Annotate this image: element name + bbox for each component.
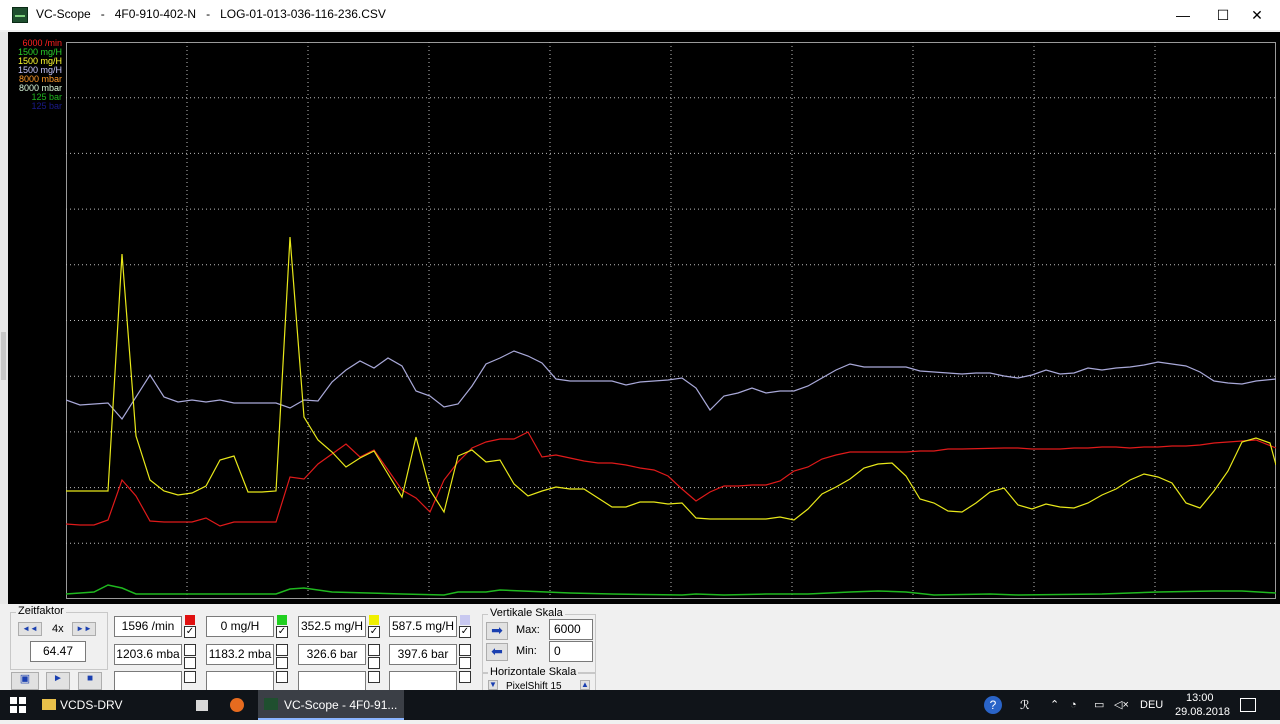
channel-value-secondary[interactable]: 326.6 bar	[298, 644, 366, 665]
left-edge	[0, 32, 8, 604]
channel-checkbox[interactable]: ✓	[276, 626, 288, 638]
pixelshift-up-button[interactable]: ▲	[580, 680, 590, 690]
zeitfaktor-title: Zeitfaktor	[16, 605, 66, 617]
taskbar-vcds-drv[interactable]: VCDS-DRV	[42, 690, 187, 720]
battery-icon[interactable]: ▭	[1094, 690, 1104, 720]
channel-checkbox-secondary[interactable]	[184, 644, 196, 656]
channel-checkbox-secondary[interactable]	[368, 644, 380, 656]
folder-icon	[42, 699, 56, 710]
stop-button[interactable]: ■	[78, 672, 102, 690]
min-field[interactable]: 0	[549, 641, 593, 662]
window-title: VC-Scope - 4F0-910-402-N - LOG-01-013-03…	[36, 7, 386, 21]
network-icon[interactable]: ◔	[1070, 690, 1077, 720]
scope-app-icon	[264, 698, 278, 710]
channel-value[interactable]: 352.5 mg/H	[298, 616, 366, 637]
channel-color-swatch	[460, 615, 470, 625]
vertikale-title: Vertikale Skala	[488, 607, 565, 619]
channel-color-swatch	[277, 615, 287, 625]
clock-date[interactable]: 29.08.2018	[1175, 706, 1230, 718]
taskbar-vc-scope[interactable]: VC-Scope - 4F0-91...	[258, 690, 404, 720]
taskbar: VCDS-DRV VC-Scope - 4F0-91... ? ℛ ⌃ ◔ ▭ …	[0, 690, 1280, 720]
forward-button[interactable]: ►►	[72, 622, 96, 636]
channel-color-swatch	[369, 615, 379, 625]
max-field[interactable]: 6000	[549, 619, 593, 640]
close-button[interactable]: ✕	[1234, 0, 1280, 30]
scale-down-button[interactable]: ⬅	[486, 643, 508, 661]
channel-checkbox-extra[interactable]	[368, 671, 380, 683]
max-label: Max:	[516, 624, 540, 636]
channel-empty-field[interactable]	[389, 671, 457, 692]
channel-value[interactable]: 0 mg/H	[206, 616, 274, 637]
app-icon	[12, 7, 28, 23]
channel-checkbox-secondary[interactable]	[276, 644, 288, 656]
channel-empty-field[interactable]	[114, 671, 182, 692]
channel-checkbox-extra[interactable]	[184, 671, 196, 683]
taskbar-vc-scope-label: VC-Scope - 4F0-91...	[284, 698, 398, 712]
control-panel: Zeitfaktor ◄◄ 4x ►► 64.47 ▣ ► ■ 1596 /mi…	[8, 604, 1280, 693]
channel-checkbox-extra[interactable]	[276, 671, 288, 683]
store-icon[interactable]	[196, 690, 216, 720]
zeitfaktor-factor: 4x	[52, 623, 64, 635]
channel-checkbox-extra[interactable]	[459, 671, 471, 683]
chevron-up-icon[interactable]: ⌃	[1050, 690, 1059, 720]
channel-empty-field[interactable]	[298, 671, 366, 692]
channel-value-secondary[interactable]: 1183.2 mba	[206, 644, 274, 665]
scale-up-button[interactable]: ➡	[486, 622, 508, 640]
edge-marker	[1, 332, 6, 380]
trace-lavender	[66, 350, 1276, 420]
channel-checkbox[interactable]: ✓	[184, 626, 196, 638]
start-button[interactable]	[10, 690, 30, 720]
channel-color-swatch	[185, 615, 195, 625]
horizontale-title: Horizontale Skala	[488, 666, 579, 678]
channel-checkbox-tertiary[interactable]	[276, 657, 288, 669]
channel-empty-field[interactable]	[206, 671, 274, 692]
taskbar-vcds-label: VCDS-DRV	[60, 698, 123, 712]
rewind-button[interactable]: ◄◄	[18, 622, 42, 636]
channel-value[interactable]: 1596 /min	[114, 616, 182, 637]
people-icon[interactable]: ℛ	[1020, 690, 1030, 720]
channel-checkbox[interactable]: ✓	[459, 626, 471, 638]
pixelshift-down-button[interactable]: ▼	[488, 680, 498, 690]
play-button[interactable]: ►	[46, 672, 70, 690]
channel-checkbox-tertiary[interactable]	[184, 657, 196, 669]
language-indicator[interactable]: DEU	[1140, 699, 1163, 711]
zeitfaktor-value[interactable]: 64.47	[30, 641, 86, 662]
channel-checkbox-secondary[interactable]	[459, 644, 471, 656]
channel-value[interactable]: 587.5 mg/H	[389, 616, 457, 637]
scope-plot	[66, 42, 1276, 599]
clock-time[interactable]: 13:00	[1186, 692, 1214, 704]
scale-label: 125 bar	[31, 101, 62, 111]
channel-checkbox-tertiary[interactable]	[459, 657, 471, 669]
channel-value-secondary[interactable]: 397.6 bar	[389, 644, 457, 665]
channel-checkbox[interactable]: ✓	[368, 626, 380, 638]
channel-checkbox-tertiary[interactable]	[368, 657, 380, 669]
notification-icon[interactable]	[1240, 690, 1260, 720]
firefox-icon[interactable]	[230, 690, 250, 720]
open-folder-button[interactable]: ▣	[11, 672, 39, 690]
help-icon[interactable]: ?	[984, 690, 1004, 720]
windows-icon	[10, 697, 26, 713]
scope-display: 6000 /min 1500 mg/H 1500 mg/H 1500 mg/H 8000…	[8, 32, 1280, 604]
channel-value-secondary[interactable]: 1203.6 mba	[114, 644, 182, 665]
min-label: Min:	[516, 645, 537, 657]
volume-icon[interactable]: ◁×	[1114, 690, 1129, 720]
title-bar: VC-Scope - 4F0-910-402-N - LOG-01-013-03…	[0, 0, 1280, 30]
